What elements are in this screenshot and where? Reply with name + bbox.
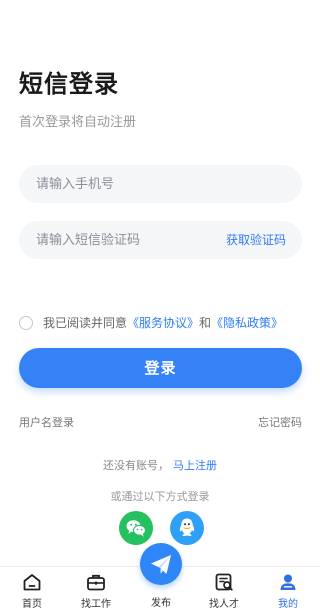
privacy-policy-link[interactable]: 《隐私政策》 [211, 314, 283, 331]
other-login-methods-label: 或通过以下方式登录 [110, 490, 210, 503]
publish-button[interactable] [140, 543, 182, 585]
tab-find-job[interactable]: 找工作 [64, 572, 128, 610]
tab-home-label: 首页 [22, 599, 42, 610]
tab-mine[interactable]: 我的 [256, 572, 320, 610]
user-icon [280, 574, 296, 590]
phone-field[interactable] [19, 165, 302, 203]
tab-publish-label: 发布 [151, 598, 171, 609]
sms-code-input[interactable] [36, 221, 226, 259]
wechat-icon [126, 520, 146, 537]
phone-input[interactable] [36, 165, 226, 203]
forgot-password-link[interactable]: 忘记密码 [258, 414, 302, 430]
qq-icon [179, 518, 195, 537]
send-icon [151, 555, 171, 574]
agreement-checkbox[interactable] [19, 315, 33, 330]
register-prompt: 还没有账号， [103, 459, 169, 472]
username-login-link[interactable]: 用户名登录 [19, 414, 74, 430]
service-agreement-link[interactable]: 《服务协议》 [127, 314, 199, 331]
home-icon [23, 574, 41, 591]
qq-login-button[interactable] [170, 511, 204, 545]
wechat-login-button[interactable] [119, 511, 153, 545]
login-button[interactable]: 登录 [19, 348, 302, 388]
page-title: 短信登录 [19, 70, 119, 98]
page-subtitle: 首次登录将自动注册 [19, 115, 137, 130]
sms-code-field[interactable]: 获取验证码 [19, 221, 302, 259]
tab-mine-label: 我的 [278, 599, 298, 610]
search-resume-icon [215, 573, 233, 591]
tab-home[interactable]: 首页 [0, 572, 64, 610]
tab-find-talent-label: 找人才 [209, 599, 239, 610]
agreement-prefix: 我已阅读并同意 [43, 316, 128, 330]
tab-find-job-label: 找工作 [81, 599, 111, 610]
agreement-and: 和 [199, 316, 212, 330]
get-code-button[interactable]: 获取验证码 [226, 221, 286, 259]
register-row: 还没有账号， 马上注册 [0, 457, 320, 473]
tab-find-talent[interactable]: 找人才 [192, 572, 256, 610]
agreement-row: 我已阅读并同意 《服务协议》 和 《隐私政策》 [19, 314, 283, 331]
briefcase-icon [87, 574, 105, 591]
register-link[interactable]: 马上注册 [173, 459, 217, 472]
